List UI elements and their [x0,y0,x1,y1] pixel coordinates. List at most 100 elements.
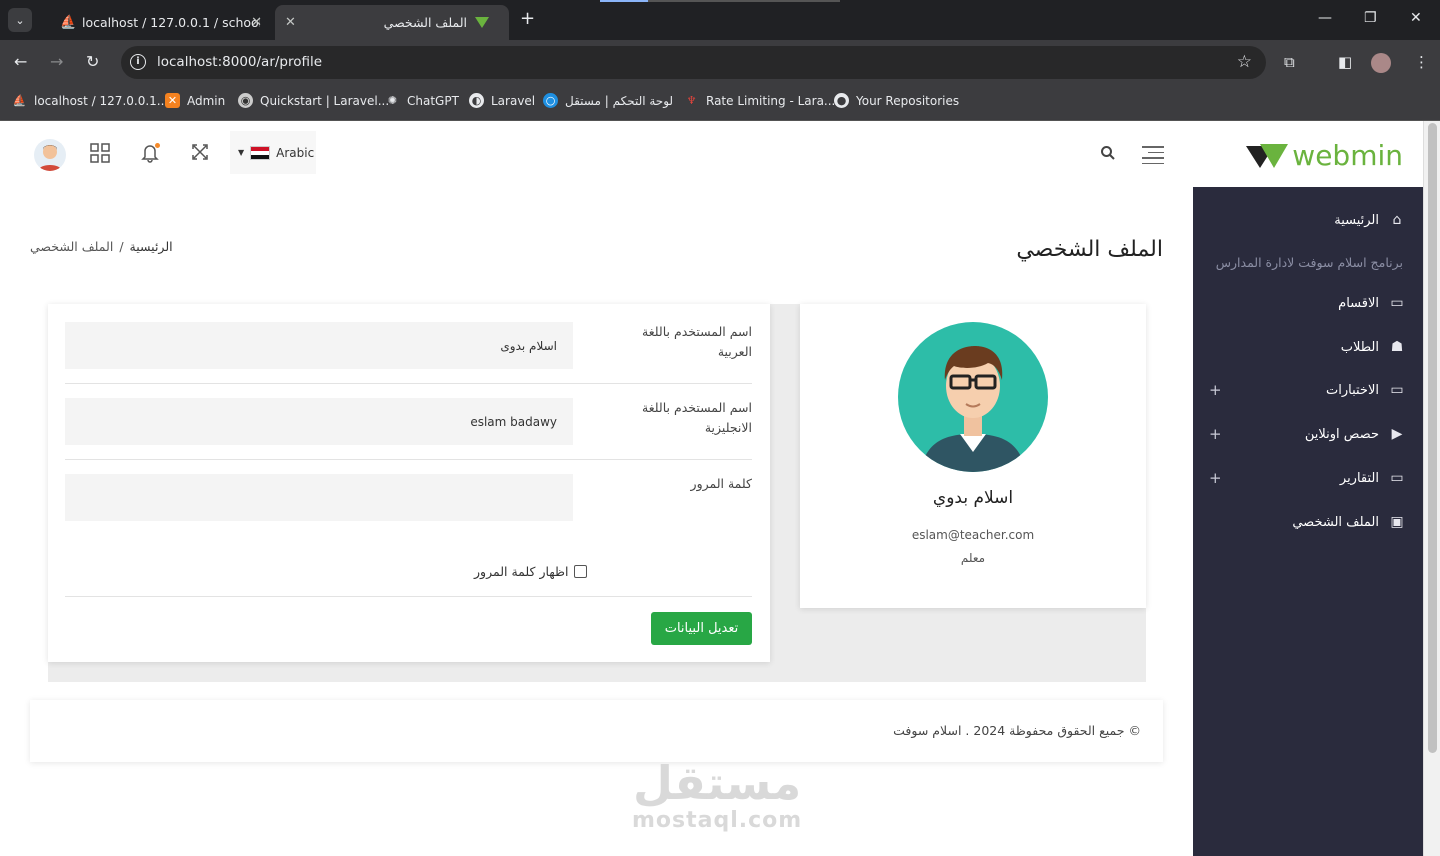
address-bar[interactable]: i localhost:8000/ar/profile ☆ [121,46,1266,79]
caret-down-icon: ▼ [238,148,245,157]
bookmark-item[interactable]: ○ لوحة التحكم | مستقل [543,93,673,108]
sidebar-item-students[interactable]: ☗ الطلاب [1341,339,1405,355]
forward-arrow-icon[interactable]: → [50,52,63,71]
close-icon[interactable]: ✕ [285,15,296,30]
globe-icon: ◐ [469,93,484,108]
sidebar-item-home[interactable]: ⌂ الرئيسية [1334,212,1405,228]
bookmark-item[interactable]: ♆ Rate Limiting - Lara... [684,93,836,108]
password-label: كلمة المرور [690,476,752,491]
footer: © جميع الحقوق محفوظة 2024 . اسلام سوفت [30,700,1163,762]
phpmyadmin-icon: ⛵ [12,94,27,107]
profile-role: معلم [960,551,986,565]
name-en-label: اسم المستخدم باللغة الانجليزية [642,400,752,435]
sidebar-item-label: الاقسام [1338,295,1379,311]
watermark-english: mostaql.com [632,808,803,833]
expand-plus-icon[interactable]: + [1209,381,1222,399]
bookmark-star-icon[interactable]: ☆ [1237,52,1252,72]
expand-plus-icon[interactable]: + [1209,425,1222,443]
new-tab-button[interactable]: + [520,10,535,28]
bookmark-item[interactable]: ● Your Repositories [834,93,959,108]
webmin-favicon-icon [475,17,489,28]
sidebar-item-label: حصص اونلاين [1304,426,1379,442]
breadcrumb-separator: / [119,239,124,254]
tab-search-button[interactable]: ⌄ [8,8,32,32]
profile-email: eslam@teacher.com [911,528,1035,542]
browser-profile-avatar[interactable] [1371,53,1391,73]
show-password-toggle[interactable]: اظهار كلمة المرور [474,564,588,579]
sidebar-item-label: الرئيسية [1334,212,1379,228]
show-password-checkbox[interactable] [574,565,588,578]
window-close-icon[interactable]: ✕ [1410,10,1422,26]
url-text[interactable]: localhost:8000/ar/profile [157,54,322,70]
update-profile-button[interactable]: تعديل البيانات [651,612,752,645]
laptop-icon: ▭ [1390,295,1404,311]
browser-tab-phpmyadmin[interactable]: ⛵ localhost / 127.0.0.1 / school / s ✕ [40,5,272,40]
breadcrumb: الرئيسية / الملف الشخصي [30,239,173,254]
github-icon: ● [834,93,849,108]
password-input[interactable] [65,474,573,521]
sidebar-item-exams[interactable]: ▭ الاختبارات [1326,382,1405,398]
bookmark-item[interactable]: ✕ Admin [165,93,225,108]
sidebar-item-reports[interactable]: ▭ التقارير [1340,470,1405,486]
bookmark-item[interactable]: ◐ Laravel [469,93,535,108]
mostaql-icon: ○ [543,93,558,108]
reload-icon[interactable]: ↻ [86,52,99,71]
divider [65,383,752,384]
main-content: الملف الشخصي الرئيسية / الملف الشخصي اسل… [0,187,1193,856]
laptop-icon: ▭ [1390,382,1404,398]
language-label: Arabic [276,145,315,160]
site-info-icon[interactable]: i [130,54,146,70]
home-icon: ⌂ [1392,212,1402,228]
browser-tabstrip: ⌄ ⛵ localhost / 127.0.0.1 / school / s ✕… [0,0,1440,40]
side-panel-icon[interactable]: ◧ [1338,53,1352,71]
bookmark-item[interactable]: ✺ ChatGPT [385,93,459,108]
scrollbar-thumb[interactable] [1428,123,1437,753]
back-arrow-icon[interactable]: ← [14,52,27,71]
graduate-icon: ☗ [1390,339,1404,355]
sidebar-item-sections[interactable]: ▭ الاقسام [1338,295,1405,311]
close-icon[interactable]: ✕ [251,15,262,30]
expand-plus-icon[interactable]: + [1209,469,1222,487]
phpmyadmin-icon: ⛵ [60,14,77,30]
search-icon[interactable] [1100,145,1116,165]
language-selector[interactable]: ▼ Arabic [230,131,316,174]
browser-toolbar: ← → ↻ i localhost:8000/ar/profile ☆ ⧉ ◧ … [0,40,1440,86]
logo-text: webmin [1292,139,1403,172]
tab-title: localhost / 127.0.0.1 / school / s [82,15,260,30]
profile-avatar [898,322,1048,472]
page-scrollbar[interactable] [1423,121,1440,856]
laptop-icon: ▭ [1390,470,1404,486]
breadcrumb-home[interactable]: الرئيسية [130,239,173,254]
watermark: مستقل mostaql.com [632,758,802,833]
notification-dot [155,143,160,148]
divider [65,596,752,597]
name-ar-input[interactable] [65,322,573,369]
sidebar-toggle-button[interactable] [1142,146,1164,168]
minimize-icon[interactable]: — [1318,10,1332,26]
sidebar-item-profile[interactable]: ▣ الملف الشخصي [1292,514,1405,530]
chatgpt-icon: ✺ [387,94,398,107]
name-ar-label: اسم المستخدم باللغة العربية [642,324,752,359]
video-icon: ▶ [1391,426,1403,442]
app-topbar: webmin ▼ Arabic [0,121,1423,187]
extensions-icon[interactable]: ⧉ [1284,53,1295,71]
divider [65,459,752,460]
user-avatar[interactable] [34,139,66,171]
sidebar-item-online-classes[interactable]: ▶ حصص اونلاين [1305,426,1405,442]
logo[interactable]: webmin [1246,139,1403,172]
browser-tab-profile[interactable]: الملف الشخصي ✕ [275,5,509,40]
bookmark-item[interactable]: ◉ Quickstart | Laravel... [238,93,389,108]
sidebar-item-label: الاختبارات [1326,382,1379,398]
footer-copyright: © جميع الحقوق محفوظة 2024 . اسلام سوفت [893,723,1141,738]
sidebar: ⌂ الرئيسية برنامج اسلام سوفت لادارة المد… [1193,187,1423,856]
logo-mark-icon [1246,142,1290,170]
apps-grid-icon[interactable] [90,143,110,168]
fullscreen-icon[interactable] [191,143,209,166]
menu-kebab-icon[interactable]: ⋮ [1414,53,1429,71]
laravel-quickstart-icon: ◉ [238,93,253,108]
tab-title: الملف الشخصي [383,15,467,30]
breadcrumb-current: الملف الشخصي [30,239,114,254]
name-en-input[interactable] [65,398,573,445]
bookmark-item[interactable]: ⛵ localhost / 127.0.0.1... [12,93,169,108]
restore-icon[interactable]: ❐ [1364,10,1377,26]
